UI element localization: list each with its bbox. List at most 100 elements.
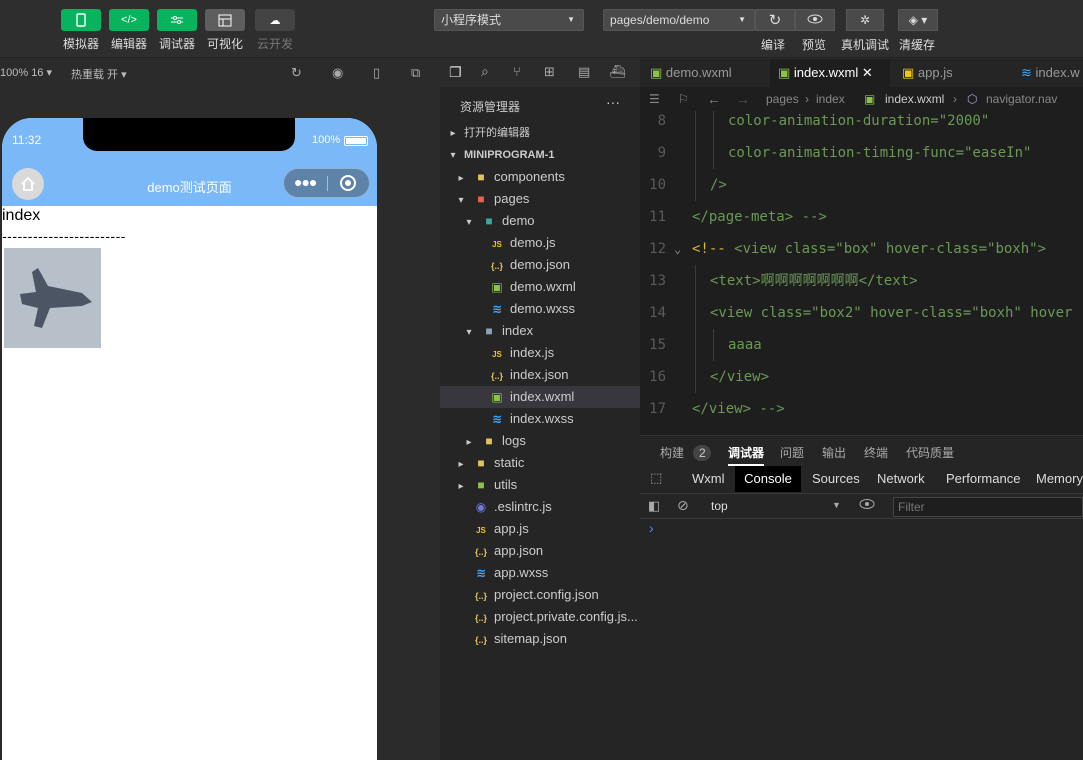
clear-cache-button[interactable]: ◈ ▾ [898,9,938,31]
line-number: 10 [649,177,666,193]
save-icon[interactable]: ▤ [578,64,590,80]
wxss-file-icon: ≋ [491,412,503,426]
folder-icon: ■ [477,478,485,492]
tab-app-js[interactable]: ▣ app.js [902,59,953,87]
chevron-down-icon: ▾ [466,327,472,338]
list-icon[interactable]: ☰ [649,87,660,111]
chevron-right-icon: › [805,92,809,106]
folder-item[interactable]: ▾ ■ demo [440,210,640,232]
code-lines[interactable]: 8 color-animation-duration="2000" 9 color-a… [640,111,1083,435]
breadcrumb-item[interactable]: pages [766,87,799,111]
context-select[interactable]: top [711,499,728,513]
file-item[interactable]: {..} sitemap.json [440,628,640,650]
tab-code-quality[interactable]: 代码质量 [906,444,954,461]
bookmark-icon[interactable]: ⚐ [678,87,689,111]
breadcrumb-item[interactable]: index.wxml [885,87,944,111]
file-item[interactable]: ◉ .eslintrc.js [440,496,640,518]
open-editors-section[interactable]: ▸ 打开的编辑器 [440,122,640,144]
tab-debugger[interactable]: 调试器 [728,444,765,466]
tab-index-wxml[interactable]: ▣ index.wxml ✕ [770,59,890,87]
compile-button[interactable]: ↻ [755,9,795,31]
preview-button[interactable] [795,9,835,31]
file-item[interactable]: {..} project.private.config.js... [440,606,640,628]
folder-item[interactable]: ▸ ■ logs [440,430,640,452]
devtool-tab-console[interactable]: Console [735,466,801,492]
git-icon[interactable]: ⑂ [513,64,521,79]
window-icon[interactable]: ⧉ [411,65,420,81]
folder-item[interactable]: ▾ ■ pages [440,188,640,210]
file-item[interactable]: {..} app.json [440,540,640,562]
line-number: 17 [649,401,666,417]
file-item[interactable]: JS index.js [440,342,640,364]
wxml-file-icon: ▣ [864,92,876,106]
close-icon[interactable]: ✕ [862,65,873,80]
folder-item[interactable]: ▸ ■ static [440,452,640,474]
file-item[interactable]: JS app.js [440,518,640,540]
devtool-tab-wxml[interactable]: Wxml [692,466,725,492]
folder-item[interactable]: ▾ ■ index [440,320,640,342]
simulator-button[interactable]: 模拟器 [61,9,101,52]
folder-item[interactable]: ▸ ■ components [440,166,640,188]
js-file-icon: JS [492,240,502,249]
sidebar-toggle-icon[interactable]: ◧ [648,498,660,514]
file-item[interactable]: ≋ index.wxss [440,408,640,430]
tab-build[interactable]: 构建 2 [660,444,712,461]
remote-debug-button[interactable]: ✲ [846,9,884,31]
file-item[interactable]: ▣ index.wxml [440,386,640,408]
more-icon[interactable]: ●●● [294,174,317,190]
folder-item[interactable]: ▸ ■ utils [440,474,640,496]
debugger-button[interactable]: 调试器 [157,9,197,52]
docker-icon[interactable]: ⛴ [609,64,626,80]
console-prompt[interactable]: › [649,520,654,536]
mode-select[interactable]: 小程序模式 ▼ [434,9,584,31]
back-icon[interactable]: ← [707,87,721,111]
file-item[interactable]: {..} demo.json [440,254,640,276]
filter-input[interactable] [893,497,1083,517]
breadcrumb-item[interactable]: navigator.nav [986,87,1057,111]
tree-item-label: app.json [494,543,544,558]
json-file-icon: {..} [490,261,503,271]
tab-output[interactable]: 输出 [822,444,846,461]
chevron-down-icon: ▼ [567,15,575,24]
project-root[interactable]: ▾ MINIPROGRAM-1 [440,144,640,166]
editor-button[interactable]: </> 编辑器 [109,9,149,52]
devtool-tab-network[interactable]: Network [877,466,925,492]
forward-icon[interactable]: → [736,87,750,111]
close-miniprogram-icon[interactable] [340,175,356,191]
devtool-tab-performance[interactable]: Performance [946,466,1020,492]
cloud-button[interactable]: ☁ 云开发 [255,9,295,52]
zoom-select[interactable]: 100% 16 ▾ [0,66,52,79]
clear-console-icon[interactable]: ⊘ [677,497,689,514]
tab-terminal[interactable]: 终端 [864,444,888,461]
tree-item-label: pages [494,191,530,206]
eye-icon[interactable] [859,498,875,513]
breadcrumb-item[interactable]: index [816,87,845,111]
page-select[interactable]: pages/demo/demo ▼ [603,9,755,31]
refresh-icon[interactable]: ↻ [291,65,302,81]
hot-reload-toggle[interactable]: 热重载 开 ▾ [71,66,127,82]
stop-icon[interactable]: ◉ [332,65,343,81]
file-item[interactable]: {..} project.config.json [440,584,640,606]
eslint-file-icon: ◉ [475,500,487,514]
inspect-icon[interactable]: ⬚ [650,470,662,486]
file-item[interactable]: ≋ demo.wxss [440,298,640,320]
tree-item-label: demo.wxss [510,301,576,316]
layers-icon: ◈ ▾ [908,13,928,27]
chevron-down-icon[interactable]: ▼ [832,500,841,510]
visual-button[interactable]: 可视化 [205,9,245,52]
devtool-tab-memory[interactable]: Memory [1036,466,1083,492]
tab-demo-wxml[interactable]: ▣ demo.wxml [650,59,732,87]
phone-icon[interactable]: ▯ [373,65,380,81]
tab-index-wxss[interactable]: ≋ index.w [1021,59,1080,87]
extensions-icon[interactable]: ⊞ [544,64,555,80]
devtool-tab-sources[interactable]: Sources [812,466,860,492]
more-icon[interactable]: ··· [606,94,620,110]
search-icon[interactable]: ⌕ [481,63,489,80]
file-item[interactable]: JS demo.js [440,232,640,254]
file-item[interactable]: {..} index.json [440,364,640,386]
file-item[interactable]: ▣ demo.wxml [440,276,640,298]
files-icon[interactable]: ❐ [449,64,462,81]
fold-icon[interactable]: ⌄ [674,233,681,265]
file-item[interactable]: ≋ app.wxss [440,562,640,584]
tab-problems[interactable]: 问题 [780,444,804,461]
